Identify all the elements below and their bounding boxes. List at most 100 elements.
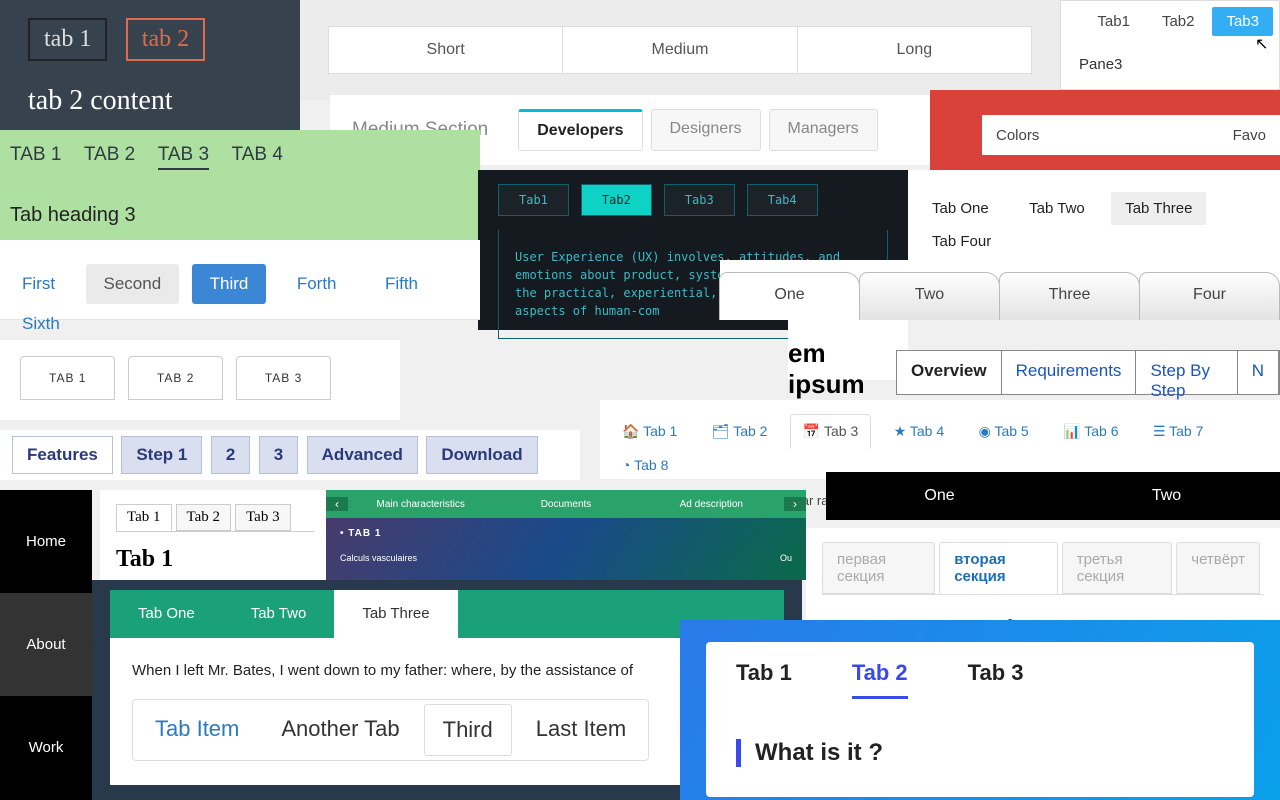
tab-3[interactable]: Tab 3 [235, 504, 291, 531]
tab-second[interactable]: Second [86, 264, 180, 304]
tab-sixth[interactable]: Sixth [4, 304, 78, 344]
text-em-ipsum: em ipsum [788, 320, 908, 380]
tab-overview[interactable]: Overview [897, 351, 1002, 394]
tab-three[interactable]: Tab Three [334, 590, 457, 638]
tab-3[interactable]: 📅 Tab 3 [790, 414, 871, 449]
tab-colors[interactable]: Colors [996, 127, 1039, 144]
tab-forth[interactable]: Forth [279, 264, 355, 304]
tab-three[interactable]: Three [999, 272, 1140, 320]
panel-vertical-nav: Home About Work [0, 490, 92, 800]
tab-one[interactable]: Tab One [918, 192, 1003, 225]
tab-download[interactable]: Download [426, 436, 537, 474]
tab-medium[interactable]: Medium [562, 27, 796, 73]
tab-documents[interactable]: Documents [493, 499, 638, 510]
tab-1[interactable]: TAB 1 [20, 356, 115, 400]
arrow-left-icon[interactable]: ‹ [326, 497, 348, 511]
tab-long[interactable]: Long [797, 27, 1031, 73]
tab-first[interactable]: First [4, 264, 73, 304]
tab-developers[interactable]: Developers [518, 109, 642, 151]
panel-black-one-two: One Two [826, 472, 1280, 520]
tab-2[interactable]: 2 [211, 436, 250, 474]
content-text: When I left Mr. Bates, I went down to my… [132, 662, 762, 679]
tab-5[interactable]: ◉ Tab 5 [967, 415, 1041, 448]
tab-4[interactable]: Tab4 [747, 184, 818, 216]
tab-1[interactable]: TAB 1 [10, 144, 61, 166]
tab-ad[interactable]: Ad description [639, 499, 784, 510]
tab-n[interactable]: N [1238, 351, 1279, 394]
tab-main[interactable]: Main characteristics [348, 499, 493, 510]
tab-1[interactable]: Tab1 [498, 184, 569, 216]
tab-2[interactable]: Tab 2 [176, 504, 232, 531]
tab-3[interactable]: Tab 3 [968, 660, 1024, 699]
panel-overview: Overview Requirements Step By Step N [896, 350, 1280, 395]
tab-2[interactable]: Tab2 [581, 184, 652, 216]
tab-managers[interactable]: Managers [769, 109, 878, 151]
tab-two[interactable]: Two [859, 272, 1000, 320]
tab-3[interactable]: TAB 3 [158, 144, 209, 170]
tab-features[interactable]: Features [12, 436, 113, 474]
tab-requirements[interactable]: Requirements [1002, 351, 1137, 394]
tab-section-4[interactable]: четвёрт [1176, 542, 1260, 594]
tab-1[interactable]: Tab 1 [736, 660, 792, 699]
panel-topright-tabs: Tab1 Tab2 Tab3 Pane3 [1060, 0, 1280, 90]
panel-features: Features Step 1 2 3 Advanced Download [0, 430, 580, 480]
tab-2[interactable]: 🗂 Tab 2 [700, 415, 780, 448]
tab-8[interactable]: ◔ Tab 8 [610, 449, 680, 481]
nav-home[interactable]: Home [0, 490, 92, 593]
tab-four[interactable]: Four [1139, 272, 1280, 320]
tab-2[interactable]: tab 2 [126, 18, 205, 61]
star-icon: ★ [894, 423, 907, 439]
nav-about[interactable]: About [0, 593, 92, 696]
row-label: Calculs vasculaires [340, 553, 417, 563]
tab-section-2[interactable]: вторая секция [939, 542, 1058, 594]
tab-3[interactable]: Tab3 [1212, 7, 1273, 36]
inner-tab-item[interactable]: Tab Item [137, 704, 257, 756]
tab-designers[interactable]: Designers [651, 109, 761, 151]
arrow-right-icon[interactable]: › [784, 497, 806, 511]
tab-step1[interactable]: Step 1 [121, 436, 202, 474]
tab-section-3[interactable]: третья секция [1062, 542, 1173, 594]
panel-folder-tabs: One Two Three Four [720, 260, 1280, 320]
tab-two[interactable]: Two [1053, 472, 1280, 520]
inner-tab-third[interactable]: Third [424, 704, 512, 756]
tab-advanced[interactable]: Advanced [307, 436, 418, 474]
tab-3[interactable]: TAB 3 [236, 356, 331, 400]
tab-two[interactable]: Tab Two [223, 590, 335, 638]
tab-three[interactable]: Tab Three [1111, 192, 1206, 225]
tab-1[interactable]: Tab1 [1083, 7, 1144, 36]
tab-1[interactable]: 🏠 Tab 1 [610, 415, 689, 448]
inner-tab-group: Tab Item Another Tab Third Last Item [132, 699, 649, 761]
tab-1[interactable]: Tab 1 [116, 504, 172, 531]
tab-two[interactable]: Tab Two [1015, 192, 1099, 225]
panel-green-tabs: TAB 1 TAB 2 TAB 3 TAB 4 Tab heading 3 [0, 130, 480, 240]
tab-fifth[interactable]: Fifth [367, 264, 436, 304]
calendar-icon: 📅 [803, 423, 820, 439]
tab-one[interactable]: One [826, 472, 1053, 520]
tab-2[interactable]: TAB 2 [84, 144, 135, 166]
tab-4[interactable]: ★ Tab 4 [882, 415, 956, 448]
chart-icon: 📊 [1063, 423, 1080, 439]
inner-tab-last[interactable]: Last Item [518, 704, 644, 756]
inner-tab-another[interactable]: Another Tab [263, 704, 417, 756]
tab-3[interactable]: Tab3 [664, 184, 735, 216]
tab-short[interactable]: Short [329, 27, 562, 73]
tab-section-1[interactable]: первая секция [822, 542, 935, 594]
tab-2[interactable]: TAB 2 [128, 356, 223, 400]
panel-red: Colors Favo [930, 90, 1280, 170]
tab-third[interactable]: Third [192, 264, 267, 304]
tab-6[interactable]: 📊 Tab 6 [1051, 415, 1130, 448]
tab-3[interactable]: 3 [259, 436, 298, 474]
subheading: • TAB 1 [326, 518, 806, 549]
tab-four[interactable]: Tab Four [918, 225, 1005, 258]
tab-one[interactable]: Tab One [110, 590, 223, 638]
tab-4[interactable]: TAB 4 [232, 144, 283, 166]
tab-1[interactable]: tab 1 [28, 18, 107, 61]
nav-work[interactable]: Work [0, 696, 92, 799]
tab-favorites[interactable]: Favo [1233, 127, 1266, 144]
tab-step-by-step[interactable]: Step By Step [1136, 351, 1237, 394]
tab-2[interactable]: Tab 2 [852, 660, 908, 699]
tab-7[interactable]: ☰ Tab 7 [1141, 415, 1215, 448]
tab-heading: Tab 1 [116, 546, 314, 573]
tab-2[interactable]: Tab2 [1148, 7, 1209, 36]
tab-one[interactable]: One [719, 272, 860, 320]
